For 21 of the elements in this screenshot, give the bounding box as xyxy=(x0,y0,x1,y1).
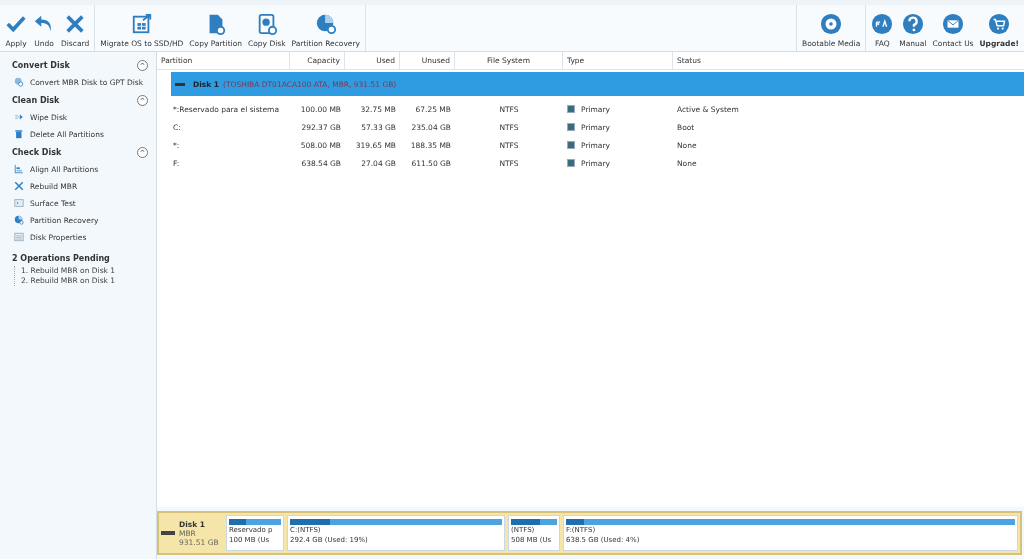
disc-icon xyxy=(820,13,843,35)
faq-icon xyxy=(871,13,894,35)
hard-drive-icon xyxy=(161,531,175,535)
partition-type-icon xyxy=(567,123,575,131)
list-icon xyxy=(14,232,24,242)
partition-type-icon xyxy=(567,159,575,167)
screen-icon xyxy=(14,198,24,208)
section-heading: Check Disk xyxy=(12,148,62,157)
wrench-icon xyxy=(14,181,24,191)
partition-type-icon xyxy=(567,105,575,113)
trash-icon xyxy=(14,129,24,139)
pending-heading: 2 Operations Pending xyxy=(12,254,110,263)
align-icon xyxy=(14,164,24,174)
section-heading: Clean Disk xyxy=(12,96,60,105)
cart-icon xyxy=(988,13,1011,35)
section-heading: Convert Disk xyxy=(12,61,70,70)
partition-type-icon xyxy=(567,141,575,149)
envelope-icon xyxy=(942,13,965,35)
help-icon xyxy=(901,13,924,35)
pie-icon xyxy=(314,13,337,35)
pie-icon xyxy=(14,215,24,225)
